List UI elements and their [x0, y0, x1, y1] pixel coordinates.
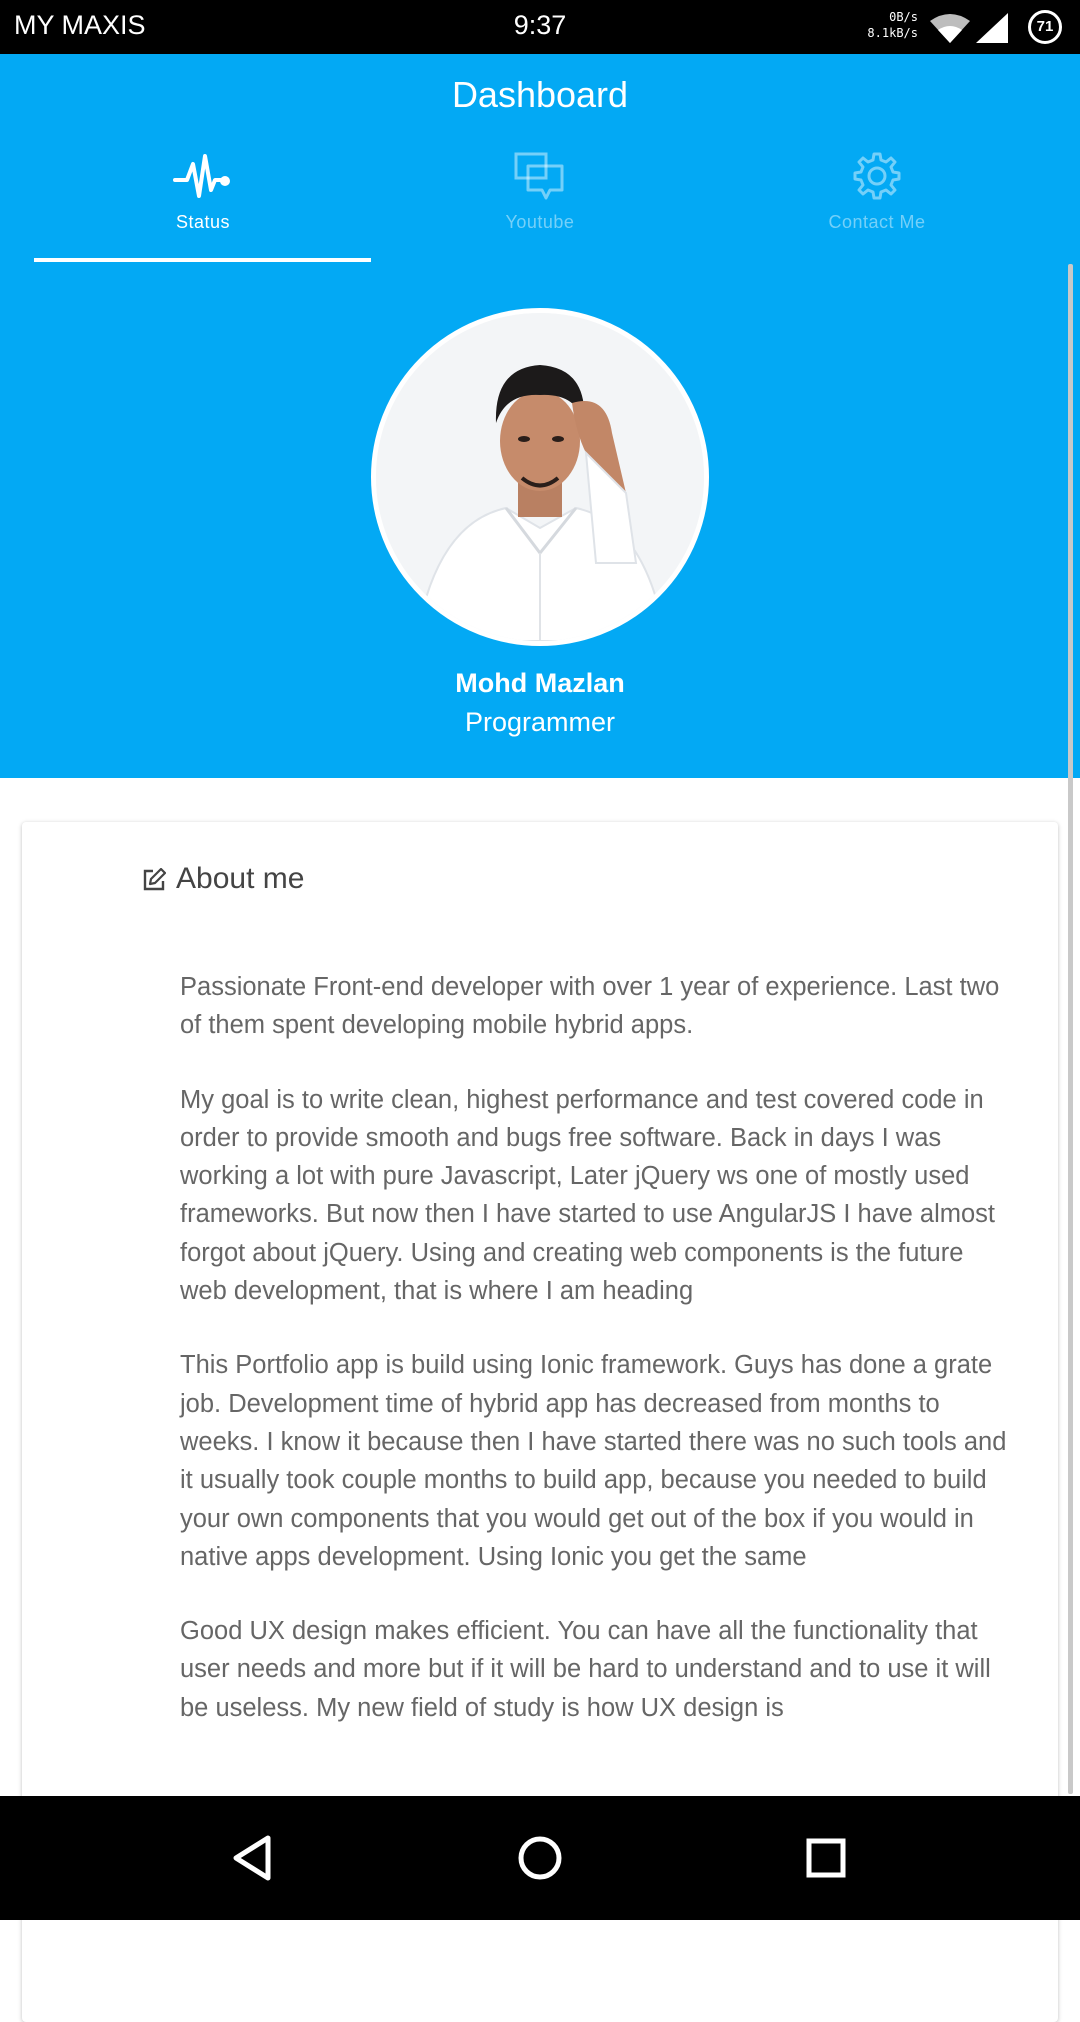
pulse-icon	[173, 154, 230, 198]
about-paragraph: Passionate Front-end developer with over…	[180, 973, 1000, 1040]
tab-label: Status	[175, 212, 231, 232]
tab-label: Contact Me	[828, 212, 926, 232]
scrollbar[interactable]	[1068, 264, 1073, 1794]
profile-role: Programmer	[464, 707, 616, 737]
about-paragraph: My goal is to write clean, highest perfo…	[180, 1085, 996, 1306]
tab-status[interactable]: Status	[34, 150, 372, 260]
tab-contact-me[interactable]: Contact Me	[708, 150, 1046, 260]
dashboard-header: Dashboard Status Youtube Contact Me Mohd…	[0, 54, 1080, 778]
about-title: About me	[176, 862, 305, 895]
clock: 9:37	[513, 10, 567, 40]
profile-name: Mohd Mazlan	[455, 668, 625, 698]
wifi-icon	[930, 14, 970, 43]
status-bar: MY MAXIS 9:37 0B/s 8.1kB/s 71	[0, 0, 1080, 54]
recents-icon[interactable]	[800, 1832, 852, 1884]
cell-signal-icon	[976, 13, 1008, 43]
about-paragraph: Good UX design makes efficient. You can …	[180, 1617, 991, 1722]
gear-icon	[853, 152, 901, 200]
active-tab-indicator	[34, 258, 371, 262]
upload-speed: 0B/s	[889, 10, 918, 24]
battery-indicator: 71	[1028, 10, 1062, 44]
avatar	[371, 308, 709, 646]
network-speed: 0B/s 8.1kB/s	[858, 9, 918, 41]
chat-bubbles-icon	[514, 152, 564, 200]
profile-photo	[376, 313, 704, 641]
home-icon[interactable]	[514, 1832, 566, 1884]
about-text: Passionate Front-end developer with over…	[180, 968, 1010, 1763]
tab-youtube[interactable]: Youtube	[371, 150, 709, 260]
about-paragraph: This Portfolio app is build using Ionic …	[180, 1351, 1007, 1571]
edit-icon	[143, 868, 166, 891]
tab-label: Youtube	[505, 212, 575, 232]
back-icon[interactable]	[228, 1832, 280, 1884]
download-speed: 8.1kB/s	[867, 26, 918, 40]
navigation-bar	[0, 1796, 1080, 1920]
page-title: Dashboard	[451, 74, 629, 115]
